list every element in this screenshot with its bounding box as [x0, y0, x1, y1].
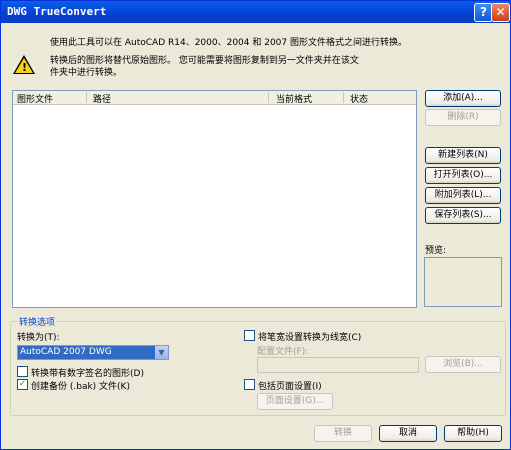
add-button[interactable]: 添加(A)... [425, 90, 501, 107]
config-file-label: 配置文件(F): [257, 347, 309, 357]
column-drawing-file[interactable]: 图形文件 [17, 92, 53, 105]
cancel-button[interactable]: 取消 [379, 425, 437, 442]
new-list-button[interactable]: 新建列表(N) [425, 147, 501, 164]
pen-width-label[interactable]: 将笔宽设置转换为线宽(C) [258, 330, 361, 343]
dialog-window: DWG TrueConvert ? ✕ 使用此工具可以在 AutoCAD R14… [0, 0, 511, 450]
append-list-button[interactable]: 附加列表(L)... [425, 187, 501, 204]
help-button[interactable]: 帮助(H) [444, 425, 502, 442]
convert-to-value: AutoCAD 2007 DWG [20, 347, 112, 357]
convert-button[interactable]: 转换 [314, 425, 372, 442]
info-text: 使用此工具可以在 AutoCAD R14、2000、2004 和 2007 图形… [50, 38, 407, 48]
close-icon[interactable]: ✕ [491, 3, 510, 22]
open-list-button[interactable]: 打开列表(O)... [425, 167, 501, 184]
preview-label: 预览: [425, 246, 447, 256]
page-setup-checkbox[interactable] [244, 379, 255, 390]
digital-signature-label[interactable]: 转换带有数字签名的图形(D) [31, 366, 144, 379]
column-status[interactable]: 状态 [350, 92, 368, 105]
warning-icon-mark: ! [22, 61, 28, 74]
digital-signature-checkbox[interactable] [17, 366, 28, 377]
preview-pane [424, 257, 502, 307]
file-list-header: 图形文件 路径 当前格式 状态 [13, 91, 416, 105]
options-group-label: 转换选项 [17, 315, 58, 328]
window-title: DWG TrueConvert [7, 5, 107, 18]
column-path[interactable]: 路径 [93, 92, 111, 105]
convert-to-label: 转换为(T): [17, 333, 60, 343]
backup-checkbox[interactable]: ✓ [17, 379, 28, 390]
browse-button[interactable]: 浏览(B)... [425, 356, 501, 373]
file-list[interactable]: 图形文件 路径 当前格式 状态 [12, 90, 417, 308]
backup-label[interactable]: 创建备份 (.bak) 文件(K) [31, 379, 130, 392]
convert-to-select[interactable]: AutoCAD 2007 DWG ▼ [17, 345, 169, 360]
column-current-format[interactable]: 当前格式 [276, 92, 312, 105]
warning-text-line2: 件夹中进行转换。 [50, 68, 123, 78]
save-list-button[interactable]: 保存列表(S)... [425, 207, 501, 224]
title-bar[interactable]: DWG TrueConvert ? ✕ [1, 1, 510, 23]
page-setup-label[interactable]: 包括页面设置(I) [258, 379, 322, 392]
remove-button[interactable]: 删除(R) [425, 109, 501, 126]
chevron-down-icon[interactable]: ▼ [155, 346, 168, 359]
page-setup-button[interactable]: 页面设置(G)... [257, 393, 333, 410]
config-file-field[interactable] [257, 357, 419, 373]
pen-width-checkbox[interactable] [244, 330, 255, 341]
